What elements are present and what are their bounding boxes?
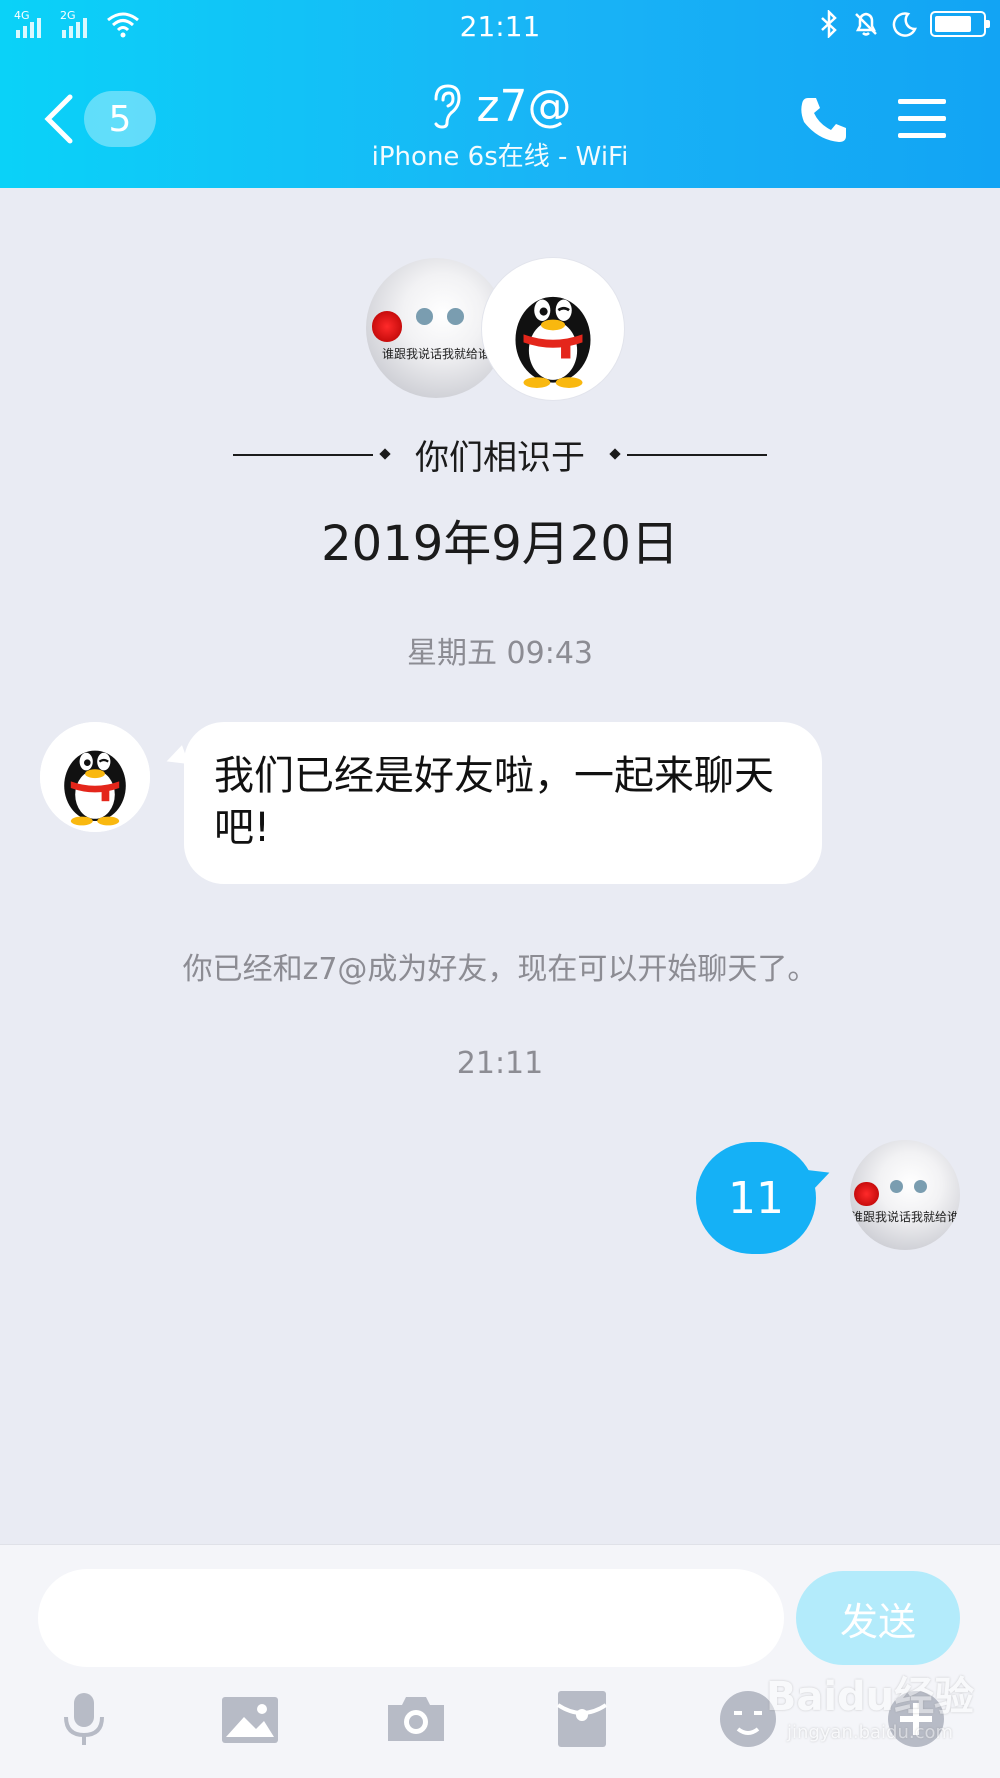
moon-icon [892,12,917,37]
watermark: Baidu经验 jingyan.baidu.com [760,1664,980,1764]
battery-level [935,16,971,32]
camera-icon [388,1697,444,1741]
contact-avatar [482,258,624,400]
battery-icon [930,11,990,37]
alarm-muted-icon [855,12,877,36]
divider [233,453,373,456]
timestamp: 21:11 [456,1046,544,1081]
bluetooth-icon [821,10,837,38]
photo-button[interactable] [214,1683,286,1755]
chat-area[interactable]: 谁跟我说话我就给谁 你们相识于 2019年9月20日 星期五 09:43 我们已… [0,188,1000,1544]
avatar-caption: 谁跟我说话我就给谁 [850,1210,959,1225]
status-bar: 4G 2G 21:11 [0,0,1000,52]
voice-button[interactable] [48,1683,120,1755]
microphone-icon [64,1693,104,1745]
qq-penguin-icon [486,262,620,396]
red-packet-icon [556,1691,608,1747]
my-message-avatar[interactable]: 谁跟我说话我就给谁 [850,1140,960,1250]
chat-header: 4G 2G 21:11 5 z7@ iPhone 6s在线 - WiFi [0,0,1000,188]
image-icon [222,1697,278,1743]
watermark-brand: Baidu经验 [765,1674,975,1720]
watermark-url: jingyan.baidu.com [786,1722,954,1743]
met-since-date: 2019年9月20日 [321,516,679,572]
chat-title[interactable]: z7@ iPhone 6s在线 - WiFi [250,78,750,173]
unread-badge: 5 [84,91,156,147]
contact-message-avatar[interactable] [40,722,150,832]
send-button[interactable]: 发送 [796,1571,960,1665]
contact-name: z7@ [476,80,572,132]
status-right [818,10,990,38]
friends-avatars: 谁跟我说话我就给谁 [366,258,626,400]
incoming-message-bubble[interactable]: 我们已经是好友啦，一起来聊天吧! [184,722,822,884]
divider [627,453,767,456]
timestamp: 星期五 09:43 [407,636,593,671]
ear-icon [434,84,461,129]
menu-icon[interactable] [896,96,948,142]
chevron-left-icon [44,94,73,144]
phone-icon[interactable] [796,92,852,148]
back-button[interactable]: 5 [40,88,160,150]
system-notice: 你已经和z7@成为好友，现在可以开始聊天了。 [182,952,818,987]
camera-button[interactable] [380,1683,452,1755]
red-packet-button[interactable] [546,1683,618,1755]
outgoing-message-bubble[interactable]: 11 [696,1142,816,1254]
qq-penguin-icon [40,722,150,832]
message-input[interactable] [38,1569,784,1667]
met-since-row: 你们相识于 [0,430,1000,479]
met-since-label: 你们相识于 [415,438,585,478]
contact-status: iPhone 6s在线 - WiFi [371,142,629,172]
